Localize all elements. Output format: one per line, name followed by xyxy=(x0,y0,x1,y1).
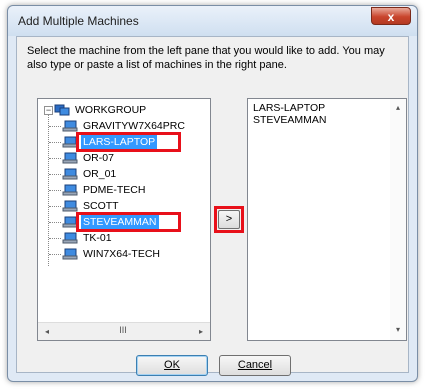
computer-icon xyxy=(62,248,78,260)
cancel-button-label: Cancel xyxy=(237,359,273,371)
computer-icon xyxy=(62,168,78,180)
dialog-body: Select the machine from the left pane th… xyxy=(16,36,409,376)
machine-list-line: LARS-LAPTOP xyxy=(253,102,326,114)
dialog-title: Add Multiple Machines xyxy=(18,14,139,28)
tree-item-label: SCOTT xyxy=(83,200,119,212)
cancel-button[interactable]: Cancel xyxy=(219,355,291,376)
title-bar: Add Multiple Machines x xyxy=(8,6,417,36)
scroll-down-icon[interactable]: ▾ xyxy=(392,324,404,335)
computer-icon xyxy=(62,232,78,244)
tree-item-label: STEVEAMMAN xyxy=(81,214,159,230)
tree-item-label: WIN7X64-TECH xyxy=(83,248,161,260)
horizontal-scrollbar[interactable]: ◂ III ▸ xyxy=(38,322,210,340)
close-button[interactable]: x xyxy=(371,7,411,25)
tree-item-label: LARS-LAPTOP xyxy=(81,134,158,150)
scroll-grip-icon[interactable]: III xyxy=(113,325,133,337)
machine-tree[interactable]: − WORKGROUP GRAVITYW7X64PRC LARS-LAPTOP OR… xyxy=(37,98,211,341)
computer-icon xyxy=(62,184,78,196)
scroll-left-icon[interactable]: ◂ xyxy=(41,326,53,337)
instructions-text: Select the machine from the left pane th… xyxy=(27,45,385,71)
tree-item-label: OR_01 xyxy=(83,168,117,180)
add-machines-button[interactable]: > xyxy=(218,210,240,229)
tree-content: − WORKGROUP GRAVITYW7X64PRC LARS-LAPTOP OR… xyxy=(38,99,210,324)
scroll-up-icon[interactable]: ▴ xyxy=(392,102,404,113)
tree-item-label: TK-01 xyxy=(83,232,112,244)
computer-icon xyxy=(62,200,78,212)
computer-icon xyxy=(62,216,78,228)
machine-list-textarea[interactable]: LARS-LAPTOP STEVEAMMAN ▴ ▾ xyxy=(247,98,407,341)
computer-icon xyxy=(62,120,78,132)
collapse-icon[interactable]: − xyxy=(44,106,53,115)
tree-item-label: OR-07 xyxy=(83,152,114,164)
tree-root-label: WORKGROUP xyxy=(75,104,147,116)
scroll-right-icon[interactable]: ▸ xyxy=(195,326,207,337)
computer-icon xyxy=(62,136,78,148)
tree-item-label: PDME-TECH xyxy=(83,184,146,196)
ok-button-label: OK xyxy=(164,359,180,371)
ok-button[interactable]: OK xyxy=(136,355,208,376)
machine-list-line: STEVEAMMAN xyxy=(253,114,327,126)
tree-item-label: GRAVITYW7X64PRC xyxy=(83,120,185,132)
computer-icon xyxy=(62,152,78,164)
machine-list-text: LARS-LAPTOP STEVEAMMAN xyxy=(253,102,327,126)
add-machines-dialog: Add Multiple Machines x Select the machi… xyxy=(7,5,418,382)
vertical-scrollbar[interactable]: ▴ ▾ xyxy=(390,99,406,340)
network-icon xyxy=(54,104,70,116)
